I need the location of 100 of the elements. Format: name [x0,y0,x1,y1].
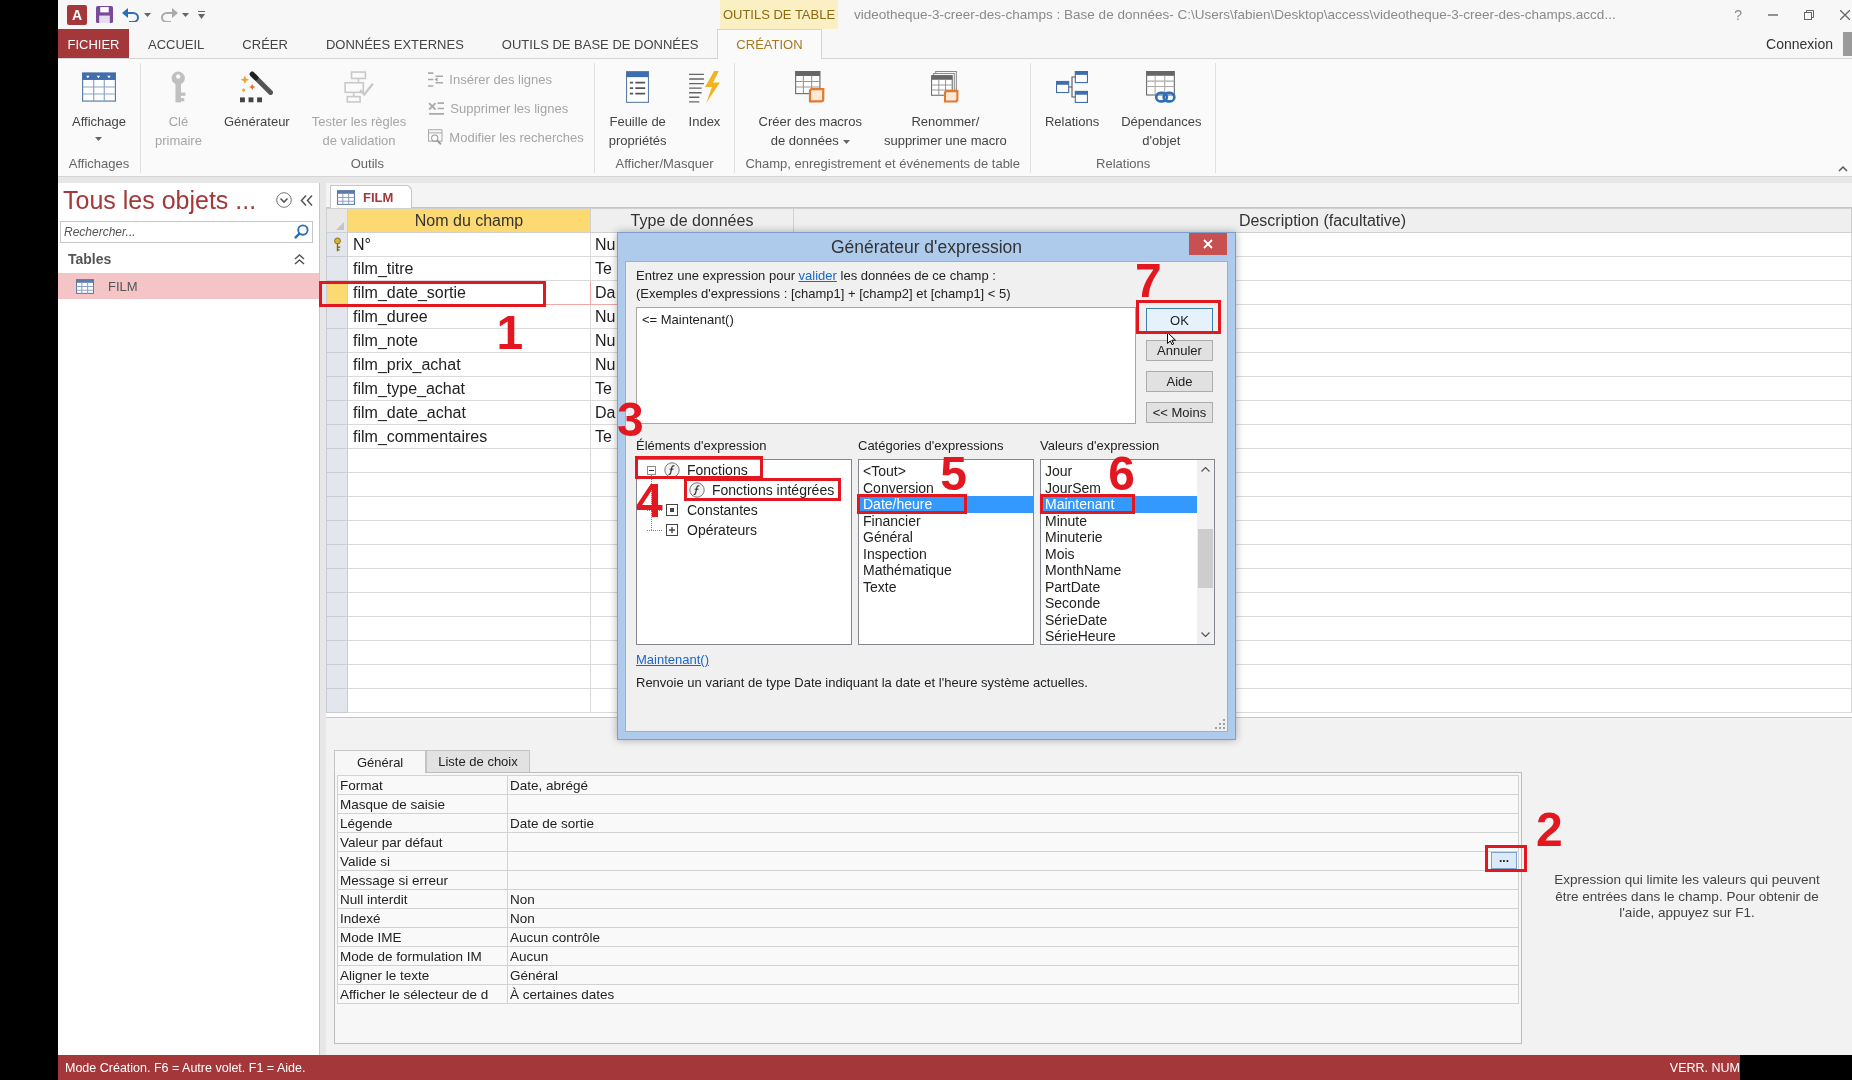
collapse-icon[interactable] [647,465,656,475]
builder-button[interactable]: Générateur [215,63,298,131]
close-button[interactable] [1189,233,1227,255]
data-type-text: Te [595,259,612,277]
property-value: Date, abrégé [507,775,1519,795]
ribbon-tab[interactable]: FICHIER [58,29,129,58]
caret-icon[interactable] [842,139,850,144]
value-item[interactable]: SérieHeure [1041,628,1119,645]
dialog-button[interactable]: << Moins [1146,402,1213,423]
value-item[interactable]: Jour [1041,463,1076,480]
value-item[interactable]: Minute [1041,512,1091,529]
nav-item[interactable]: FILM [58,273,319,299]
column-header[interactable]: Description (facultative) [793,208,1852,233]
indexes-button[interactable]: Index [680,63,729,131]
key-icon [170,71,186,103]
instruction-text: Entrez une expression pour valider les données de ce champ : [636,267,996,285]
property-label: Format [337,775,508,795]
scrollbar[interactable] [1197,460,1214,644]
group-label: Affichages [67,155,131,173]
field-name: N° [353,235,371,253]
value-item[interactable]: Minuterie [1041,529,1106,546]
contextual-tab-group-label: OUTILS DE TABLE [720,0,838,29]
stacked-tables-scroll-icon [931,71,960,103]
value-item[interactable]: MonthName [1041,562,1125,579]
collapse-ribbon-icon[interactable] [1838,165,1848,172]
value-item[interactable]: SérieDate [1041,611,1111,628]
magic-wand-icon [240,71,274,103]
sign-in-link[interactable]: Connexion [1766,35,1833,52]
document-tab[interactable]: FILM [330,185,413,208]
group-label: Champ, enregistrement et événements de table [744,155,1021,173]
category-item[interactable]: Texte [859,578,900,595]
undo-icon[interactable] [122,7,140,22]
value-item[interactable]: Seconde [1041,595,1104,612]
ribbon-tab[interactable]: CRÉATION [717,29,822,59]
group-header[interactable]: Tables [58,248,319,270]
list-label: Valeurs d'expression [1040,438,1161,454]
category-item[interactable]: Conversion [859,479,937,496]
scrollbar-thumb[interactable] [1198,529,1213,588]
avatar-placeholder [1843,31,1852,56]
list-label: Éléments d'expression [636,438,768,454]
annotation-number: 4 [636,483,663,519]
save-icon[interactable] [96,6,113,23]
scroll-up-icon[interactable] [1201,467,1210,472]
restore-icon[interactable] [1804,9,1814,20]
row-selector[interactable] [326,232,348,257]
category-item[interactable]: Général [859,529,916,546]
field-name: film_type_achat [353,379,466,397]
close-icon[interactable] [1840,9,1850,20]
column-header[interactable]: Nom du champ [347,208,591,233]
tree-item[interactable]: Fonctions [686,462,749,478]
validate-link[interactable]: valider [798,268,837,283]
data-type-text: Te [595,379,612,397]
category-item[interactable]: Financier [859,512,924,529]
property-sheet-button[interactable]: Feuille de propriétés [600,63,675,150]
caret-icon[interactable] [182,12,189,17]
value-item[interactable]: Mois [1041,545,1078,562]
app-logo: A [67,4,87,25]
category-item[interactable]: <Tout> [859,463,909,480]
builder-button[interactable]: ... [1491,852,1517,869]
search-field[interactable]: Rechercher... [60,221,313,243]
dialog-button[interactable]: Annuler [1146,340,1213,361]
resize-grip-icon[interactable] [1215,719,1225,729]
function-icon [689,482,705,498]
table-icon [76,278,94,294]
property-tab[interactable]: Liste de choix [426,750,530,772]
view-button[interactable]: Affichage [64,63,134,141]
create-data-macros-button[interactable]: Créer des macros de données [750,63,870,150]
annotation-number: 7 [1135,263,1162,299]
table-scroll-icon [795,71,826,103]
dialog-button[interactable]: Aide [1146,371,1213,392]
search-icon[interactable] [294,224,309,239]
constant-icon [664,502,680,518]
object-dependencies-button[interactable]: Dépendances d'objet [1113,63,1210,150]
category-item[interactable]: Inspection [859,545,930,562]
ribbon-tab[interactable]: OUTILS DE BASE DE DONNÉES [482,29,718,59]
category-item[interactable]: Mathématique [859,562,955,579]
value-item[interactable]: JourSem [1041,479,1105,496]
function-description: Renvoie un variant de type Date indiquant la date et l'heure système actuelles. [636,675,1089,691]
ribbon-tab[interactable]: DONNÉES EXTERNES [306,29,483,59]
property-tab[interactable]: Général [334,750,427,773]
dropdown-circle-icon[interactable] [276,192,292,208]
caret-icon[interactable] [95,137,103,141]
function-icon [664,462,680,478]
column-header[interactable]: Type de données [590,208,794,233]
relationships-button[interactable]: Relations [1037,63,1108,131]
scroll-down-icon[interactable] [1201,632,1210,637]
field-name: film_date_sortie [353,283,466,301]
customize-toolbar-icon[interactable] [198,10,205,19]
dialog-button[interactable]: OK [1146,308,1213,332]
caret-icon[interactable] [144,12,151,17]
annotation-number: 2 [1536,812,1563,848]
value-item[interactable]: PartDate [1041,578,1104,595]
ribbon-tab[interactable]: ACCUEIL [129,29,224,59]
field-name: film_note [353,331,418,349]
tree-item[interactable]: Fonctions intégrées [711,482,836,498]
minimize-icon[interactable] [1768,13,1778,16]
ribbon-tab[interactable]: CRÉER [223,29,307,59]
collapse-group-icon[interactable] [294,253,305,265]
rename-macro-button[interactable]: Renommer/ supprimer une macro [875,63,1015,150]
collapse-pane-icon[interactable] [300,194,313,206]
